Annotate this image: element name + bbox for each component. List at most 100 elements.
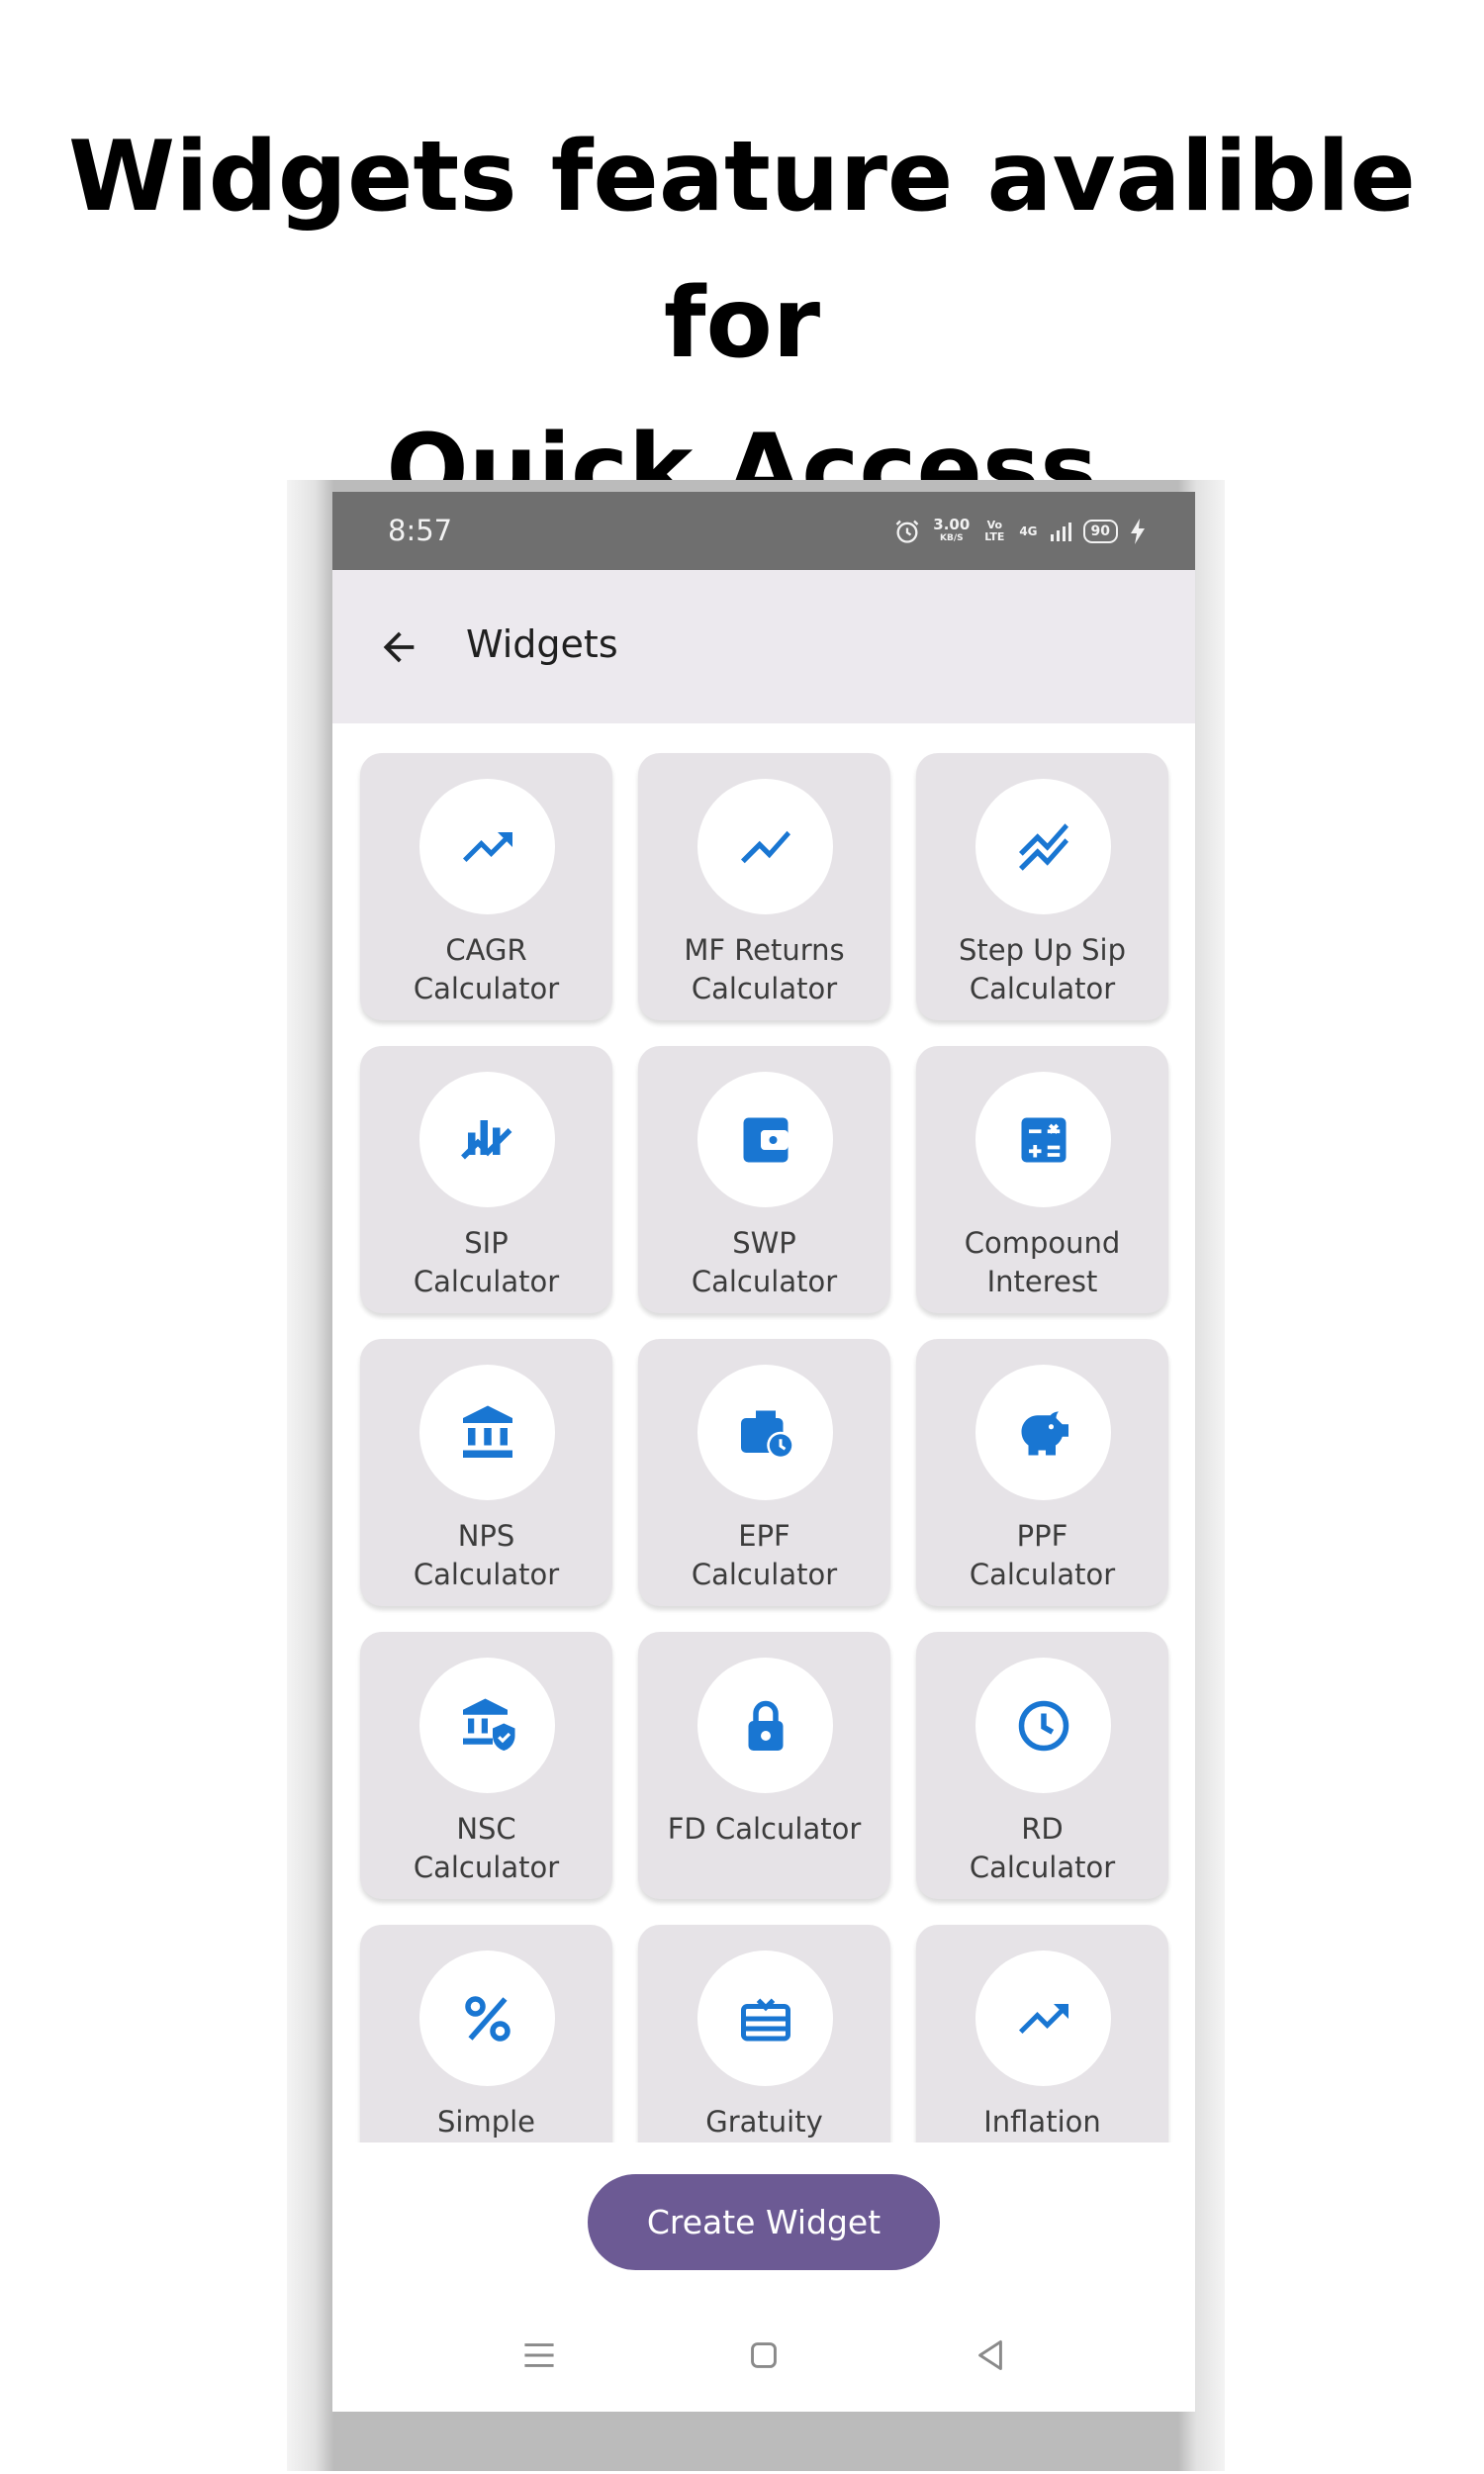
widget-label-line-2: Calculator	[969, 972, 1116, 1005]
widget-label: SIP Calculator	[360, 1224, 612, 1301]
back-triangle-icon[interactable]	[966, 2331, 1015, 2380]
widget-label-line-2: Calculator	[969, 1558, 1116, 1591]
back-arrow-icon[interactable]	[376, 624, 421, 670]
icon-circle	[419, 779, 555, 914]
network-speed: 3.00 KB/S	[933, 518, 970, 545]
widget-label-line-1: Compound	[964, 1226, 1121, 1260]
app-bar: Widgets	[332, 570, 1195, 723]
icon-circle	[697, 1365, 833, 1500]
headline: Widgets feature avalible for Quick Acces…	[0, 104, 1484, 543]
icon-circle	[419, 1365, 555, 1500]
stacked-line-chart-icon	[1018, 822, 1068, 871]
widget-card-inflation[interactable]: Inflation	[916, 1925, 1168, 2142]
widget-label: Step Up Sip Calculator	[916, 931, 1168, 1008]
widget-label: Compound Interest	[916, 1224, 1168, 1301]
widget-card-simple-interest[interactable]: Simple	[360, 1925, 612, 2142]
widget-label: SWP Calculator	[638, 1224, 890, 1301]
widget-label: Simple	[360, 2103, 612, 2141]
clock-icon	[1018, 1700, 1068, 1751]
widget-card-ppf[interactable]: PPF Calculator	[916, 1339, 1168, 1606]
widget-label-line-2: Calculator	[413, 1558, 560, 1591]
battery-indicator: 90	[1082, 520, 1118, 543]
network-type: 4G	[1019, 524, 1038, 538]
network-speed-unit: KB/S	[940, 533, 964, 543]
icon-circle	[697, 1658, 833, 1793]
wallet-icon	[743, 1117, 788, 1162]
bank-icon	[462, 1405, 512, 1458]
create-widget-button[interactable]: Create Widget	[588, 2174, 940, 2270]
system-nav-bar	[332, 2303, 1195, 2412]
piggy-bank-icon	[1021, 1411, 1068, 1455]
widget-label-line-1: Inflation	[983, 2105, 1101, 2139]
gift-card-icon	[740, 1997, 790, 2041]
widget-card-sip[interactable]: SIP Calculator	[360, 1046, 612, 1313]
widget-label-line-1: Simple	[436, 2105, 536, 2139]
widget-card-fd[interactable]: FD Calculator	[638, 1632, 890, 1899]
widget-label-line-1: PPF	[1016, 1519, 1068, 1553]
widget-label-line-1: CAGR	[445, 933, 527, 967]
widget-label: NSC Calculator	[360, 1810, 612, 1887]
widget-label-line-2: Calculator	[413, 972, 560, 1005]
widget-card-cagr[interactable]: CAGR Calculator	[360, 753, 612, 1020]
page-title: Widgets	[466, 622, 618, 666]
bank-shield-icon	[462, 1698, 514, 1751]
widget-card-rd[interactable]: RD Calculator	[916, 1632, 1168, 1899]
home-icon[interactable]	[739, 2331, 788, 2380]
icon-circle	[697, 1951, 833, 2086]
icon-circle	[697, 1072, 833, 1207]
widget-label-line-2: Calculator	[691, 1558, 838, 1591]
show-chart-icon	[740, 830, 790, 863]
work-history-icon	[740, 1410, 794, 1459]
widget-label: Inflation	[916, 2103, 1168, 2141]
widget-label: PPF Calculator	[916, 1517, 1168, 1594]
widget-label-line-1: MF Returns	[684, 933, 845, 967]
trending-up-icon	[462, 831, 512, 862]
widget-label-line-2: Calculator	[413, 1265, 560, 1298]
widget-card-epf[interactable]: EPF Calculator	[638, 1339, 890, 1606]
widget-label: FD Calculator	[638, 1810, 890, 1849]
icon-circle	[975, 779, 1111, 914]
widget-label-line-1: RD	[1021, 1812, 1064, 1846]
widget-grid: CAGR Calculator MF Returns Calculator St…	[332, 723, 1195, 2142]
widget-card-mf-returns[interactable]: MF Returns Calculator	[638, 753, 890, 1020]
icon-circle	[975, 1365, 1111, 1500]
icon-circle	[419, 1951, 555, 2086]
menu-icon[interactable]	[514, 2331, 564, 2380]
network-speed-value: 3.00	[933, 516, 971, 533]
widget-card-nps[interactable]: NPS Calculator	[360, 1339, 612, 1606]
charging-bolt-icon	[1131, 519, 1145, 544]
icon-circle	[975, 1658, 1111, 1793]
widget-card-nsc[interactable]: NSC Calculator	[360, 1632, 612, 1899]
widget-label-line-2: Calculator	[691, 1265, 838, 1298]
calculate-icon	[1021, 1117, 1066, 1162]
volte-icon: Vo LTE	[984, 519, 1005, 543]
widget-label: EPF Calculator	[638, 1517, 890, 1594]
lock-icon	[748, 1700, 783, 1751]
widget-label-line-2: Calculator	[691, 972, 838, 1005]
widget-label: MF Returns Calculator	[638, 931, 890, 1008]
status-bar: 8:57 3.00 KB/S Vo LTE 4G 90	[332, 492, 1195, 570]
widget-label: CAGR Calculator	[360, 931, 612, 1008]
icon-circle	[419, 1072, 555, 1207]
widget-card-gratuity[interactable]: Gratuity	[638, 1925, 890, 2142]
widget-label-line-1: EPF	[738, 1519, 790, 1553]
widget-card-swp[interactable]: SWP Calculator	[638, 1046, 890, 1313]
icon-circle	[975, 1951, 1111, 2086]
status-time: 8:57	[388, 514, 453, 547]
widget-card-compound-interest[interactable]: Compound Interest	[916, 1046, 1168, 1313]
widget-card-step-up-sip[interactable]: Step Up Sip Calculator	[916, 753, 1168, 1020]
icon-circle	[419, 1658, 555, 1793]
widget-label-line-2: Calculator	[413, 1851, 560, 1884]
icon-circle	[975, 1072, 1111, 1207]
phone-screen: 8:57 3.00 KB/S Vo LTE 4G 90 Widgets CAGR…	[332, 492, 1195, 2412]
widget-label-line-1: Step Up Sip	[959, 933, 1126, 967]
status-icons: 3.00 KB/S Vo LTE 4G 90	[893, 512, 1146, 551]
alarm-icon	[895, 520, 919, 543]
ssid-chart-icon	[460, 1119, 511, 1159]
widget-label-line-1: SIP	[464, 1226, 509, 1260]
widget-label-line-1: NSC	[456, 1812, 516, 1846]
widget-label-line-1: Gratuity	[705, 2105, 823, 2139]
widget-label-line-2: Interest	[986, 1265, 1098, 1298]
widget-label: Gratuity	[638, 2103, 890, 2141]
widget-label-line-1: NPS	[457, 1519, 515, 1553]
